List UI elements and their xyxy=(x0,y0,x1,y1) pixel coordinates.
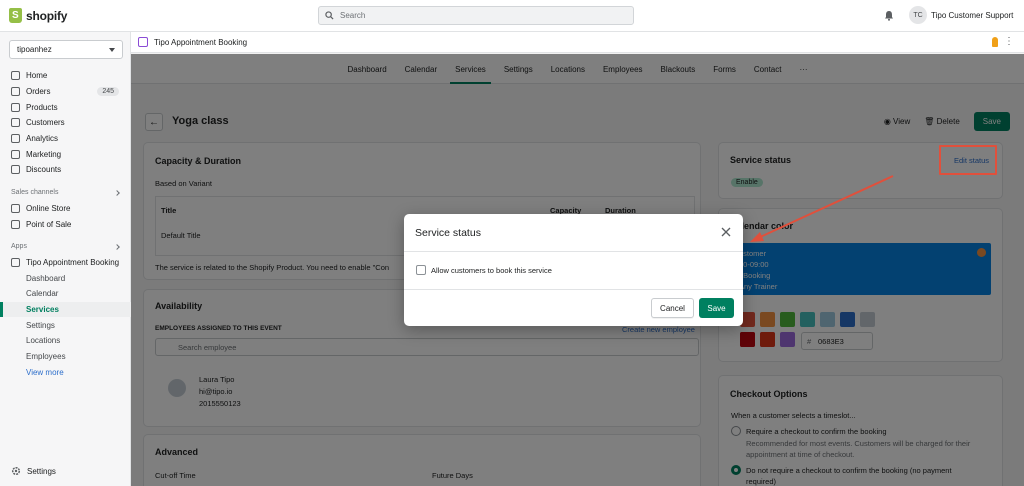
cancel-button[interactable]: Cancel xyxy=(651,298,694,318)
main-nav: Home Orders 245 Products Customers Analyt… xyxy=(0,68,131,380)
chevron-down-icon xyxy=(109,47,115,52)
shopify-bag-icon xyxy=(9,8,22,23)
sidebar-item-label: Settings xyxy=(27,466,56,476)
section-label: Apps xyxy=(11,243,27,251)
orders-count-badge: 245 xyxy=(97,86,119,96)
annotation-highlight-box xyxy=(939,145,997,175)
analytics-icon xyxy=(11,134,20,144)
sidebar-item-online-store[interactable]: Online Store xyxy=(0,201,131,217)
discount-icon xyxy=(11,165,20,175)
sidebar-subitem-calendar[interactable]: Calendar xyxy=(0,286,131,302)
view-more-link[interactable]: View more xyxy=(0,364,131,380)
gear-icon xyxy=(11,466,21,476)
search-placeholder: Search xyxy=(340,11,366,20)
marketing-icon xyxy=(11,149,20,159)
sidebar-subitem-employees[interactable]: Employees xyxy=(0,349,131,365)
sidebar-item-customers[interactable]: Customers xyxy=(0,115,131,131)
app-title-bar: Tipo Appointment Booking ⋮ xyxy=(131,32,1024,53)
sidebar-item-label: Online Store xyxy=(26,203,71,213)
sidebar-item-label: Tipo Appointment Booking xyxy=(26,257,120,267)
search-icon xyxy=(325,11,334,20)
section-label: Sales channels xyxy=(11,189,59,197)
allow-booking-checkbox[interactable] xyxy=(416,265,426,275)
modal-title: Service status xyxy=(415,227,481,239)
bell-icon[interactable] xyxy=(884,10,894,21)
service-status-modal: Service status Allow customers to book t… xyxy=(404,214,743,326)
sidebar-item-discounts[interactable]: Discounts xyxy=(0,162,131,178)
store-icon xyxy=(11,203,20,213)
app-title: Tipo Appointment Booking xyxy=(154,37,248,47)
sidebar-item-settings[interactable]: Settings xyxy=(11,466,56,476)
chevron-right-icon xyxy=(114,243,120,250)
sidebar-item-tipo-app[interactable]: Tipo Appointment Booking xyxy=(0,255,131,271)
sidebar-item-home[interactable]: Home xyxy=(0,68,131,84)
person-icon xyxy=(11,118,20,128)
sidebar-item-point-of-sale[interactable]: Point of Sale xyxy=(0,216,131,232)
orders-icon xyxy=(11,87,20,97)
store-selector[interactable]: tipoanhez xyxy=(9,40,123,59)
sidebar-item-label: Home xyxy=(26,71,48,81)
save-button[interactable]: Save xyxy=(699,298,734,318)
user-name[interactable]: Tipo Customer Support xyxy=(931,11,1013,20)
sidebar-item-label: Orders xyxy=(26,87,51,97)
divider xyxy=(404,289,743,290)
app-icon xyxy=(11,257,20,267)
more-options-icon[interactable]: ⋮ xyxy=(1004,36,1014,47)
sidebar-item-label: Marketing xyxy=(26,149,62,159)
sidebar-item-marketing[interactable]: Marketing xyxy=(0,146,131,162)
top-bar: shopify Search TC Tipo Customer Support xyxy=(0,0,1024,32)
sidebar-subitem-settings[interactable]: Settings xyxy=(0,317,131,333)
sidebar-subitem-locations[interactable]: Locations xyxy=(0,333,131,349)
sidebar: tipoanhez Home Orders 245 Products Custom… xyxy=(0,32,131,486)
sidebar-item-label: Customers xyxy=(26,118,65,128)
sidebar-item-label: Point of Sale xyxy=(26,219,72,229)
search-input[interactable]: Search xyxy=(318,6,634,25)
app-icon xyxy=(138,37,148,47)
divider xyxy=(404,251,743,252)
home-icon xyxy=(11,71,20,81)
store-name: tipoanhez xyxy=(17,45,52,54)
shopify-logo[interactable]: shopify xyxy=(9,8,67,23)
sidebar-item-orders[interactable]: Orders 245 xyxy=(0,84,131,100)
tag-icon xyxy=(11,102,20,112)
chevron-right-icon xyxy=(114,189,120,196)
sidebar-item-label: Products xyxy=(26,102,58,112)
sidebar-subitem-services[interactable]: Services xyxy=(0,301,131,318)
avatar[interactable]: TC xyxy=(909,6,927,24)
sidebar-item-label: Discounts xyxy=(26,165,62,175)
sidebar-subitem-dashboard[interactable]: Dashboard xyxy=(0,270,131,286)
apps-header[interactable]: Apps xyxy=(0,239,131,255)
sidebar-item-products[interactable]: Products xyxy=(0,99,131,115)
pin-icon[interactable] xyxy=(992,37,998,47)
sidebar-item-analytics[interactable]: Analytics xyxy=(0,131,131,147)
brand-name: shopify xyxy=(26,8,68,23)
sidebar-item-label: Analytics xyxy=(26,134,59,144)
sales-channels-header[interactable]: Sales channels xyxy=(0,185,131,201)
checkbox-label[interactable]: Allow customers to book this service xyxy=(431,266,552,275)
pos-icon xyxy=(11,219,20,229)
close-icon[interactable] xyxy=(720,226,732,238)
